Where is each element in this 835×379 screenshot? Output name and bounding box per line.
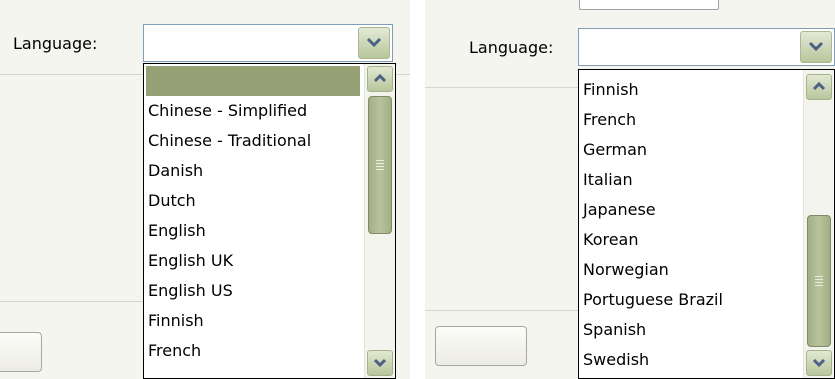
- language-list[interactable]: Finnish French German Italian Japanese Korean…: [578, 69, 835, 379]
- language-option[interactable]: Italian: [583, 165, 633, 195]
- language-option[interactable]: German: [583, 135, 647, 165]
- dialog-button[interactable]: [435, 326, 527, 366]
- language-label: Language:: [469, 38, 554, 57]
- language-label: Language:: [13, 34, 98, 53]
- scroll-down-button[interactable]: [367, 350, 393, 376]
- dropdown-button[interactable]: [358, 27, 390, 59]
- language-select[interactable]: [143, 24, 393, 62]
- top-field[interactable]: [579, 0, 719, 10]
- language-option[interactable]: Finnish: [148, 306, 204, 336]
- language-option[interactable]: Danish: [148, 156, 203, 186]
- language-option[interactable]: [146, 66, 360, 96]
- scroll-up-button[interactable]: [806, 74, 832, 100]
- language-option[interactable]: French: [583, 105, 636, 135]
- language-list[interactable]: Chinese - Simplified Chinese - Traditiona…: [143, 63, 396, 379]
- language-option[interactable]: French: [148, 336, 201, 366]
- separator-line: [425, 310, 580, 311]
- scroll-up-button[interactable]: [367, 66, 393, 92]
- language-option[interactable]: English UK: [148, 246, 233, 276]
- language-select[interactable]: [578, 28, 835, 66]
- scroll-thumb[interactable]: [368, 96, 392, 234]
- scroll-down-button[interactable]: [806, 350, 832, 376]
- chevron-up-icon: [373, 73, 387, 83]
- language-option[interactable]: Norwegian: [583, 255, 669, 285]
- language-panel-left: Language: Chinese - Simplified Chinese - …: [0, 0, 410, 379]
- language-option[interactable]: English: [148, 216, 206, 246]
- chevron-down-icon: [808, 41, 824, 52]
- chevron-down-icon: [812, 358, 826, 368]
- vertical-scrollbar[interactable]: [364, 64, 395, 378]
- dialog-button[interactable]: [0, 332, 42, 372]
- language-option[interactable]: English US: [148, 276, 233, 306]
- language-option[interactable]: Finnish: [583, 75, 639, 105]
- chevron-up-icon: [812, 81, 826, 91]
- dropdown-button[interactable]: [800, 31, 832, 63]
- language-panel-right: Language: Finnish French German Italian Japa…: [425, 0, 835, 379]
- language-option[interactable]: Portuguese Brazil: [583, 285, 723, 315]
- scroll-thumb[interactable]: [807, 215, 831, 347]
- separator-line: [0, 301, 145, 302]
- language-option[interactable]: Chinese - Simplified: [148, 96, 307, 126]
- chevron-down-icon: [373, 358, 387, 368]
- language-option[interactable]: Swedish: [583, 345, 649, 375]
- language-option[interactable]: Spanish: [583, 315, 646, 345]
- language-option[interactable]: Japanese: [583, 195, 656, 225]
- language-option[interactable]: Chinese - Traditional: [148, 126, 311, 156]
- language-option[interactable]: Dutch: [148, 186, 196, 216]
- chevron-down-icon: [366, 37, 382, 48]
- vertical-scrollbar[interactable]: [803, 70, 834, 378]
- language-option[interactable]: Korean: [583, 225, 639, 255]
